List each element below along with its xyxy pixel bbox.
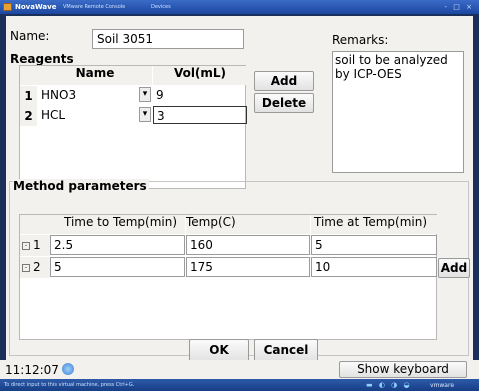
temp-input[interactable]: 160: [186, 235, 310, 255]
row-select-checkbox[interactable]: -: [22, 241, 30, 250]
clock: 11:12:07: [5, 363, 59, 377]
reagent-name-select[interactable]: HNO3: [38, 86, 138, 104]
method-row: -1 2.5 160 5: [20, 235, 437, 256]
chevron-down-icon[interactable]: ▾: [139, 87, 151, 102]
reagent-name-select[interactable]: HCL: [38, 106, 138, 124]
host-taskbar: To direct input to this virtual machine,…: [0, 379, 479, 391]
show-keyboard-button[interactable]: Show keyboard: [339, 361, 467, 378]
method-corner: [20, 215, 50, 234]
cancel-button[interactable]: Cancel: [254, 339, 318, 362]
window-controls[interactable]: - □ ×: [445, 3, 474, 11]
reagents-corner: [20, 66, 38, 85]
add-step-button[interactable]: Add: [438, 258, 470, 278]
time-to-temp-input[interactable]: 5: [50, 257, 185, 277]
chevron-down-icon[interactable]: ▾: [139, 107, 151, 122]
input-hint: To direct input to this virtual machine,…: [4, 382, 135, 388]
name-label: Name:: [10, 29, 50, 43]
status-bar: 11:12:07 Show keyboard: [0, 360, 479, 379]
window-subtitle: VMware Remote Console: [63, 4, 126, 10]
reagent-vol-input[interactable]: 9: [153, 86, 247, 104]
name-input[interactable]: Soil 3051: [92, 29, 244, 49]
method-table: Time to Temp(min) Temp(C) Time at Temp(m…: [19, 214, 438, 340]
reagent-row: 2 HCL ▾ 3: [20, 106, 247, 126]
method-parameters-title: Method parameters: [13, 179, 149, 193]
app-icon: [3, 3, 12, 11]
ok-button[interactable]: OK: [189, 339, 249, 362]
col-vol: Vol(mL): [153, 66, 247, 85]
app-panel: Name: Soil 3051 Remarks: soil to be anal…: [6, 16, 473, 362]
reagents-table: Name Vol(mL) 1 HNO3 ▾ 9 2 HCL ▾ 3: [19, 65, 247, 189]
delete-reagent-button[interactable]: Delete: [254, 93, 314, 113]
row-number: 2: [20, 106, 37, 126]
time-at-temp-input[interactable]: 10: [311, 257, 437, 277]
remarks-label: Remarks:: [332, 33, 389, 47]
reagent-row: 1 HNO3 ▾ 9: [20, 86, 245, 106]
row-number: -1: [20, 235, 50, 256]
window-title: NovaWave: [15, 3, 57, 11]
method-row: -2 5 175 10: [20, 257, 437, 278]
tray-icons[interactable]: ▬ ◐ ◑ ◒: [366, 381, 412, 389]
row-number-text: 1: [33, 238, 41, 252]
reagent-vol-input[interactable]: 3: [153, 106, 247, 124]
time-at-temp-input[interactable]: 5: [311, 235, 437, 255]
temp-input[interactable]: 175: [186, 257, 310, 277]
time-to-temp-input[interactable]: 2.5: [50, 235, 185, 255]
reagents-title: Reagents: [10, 52, 74, 66]
network-icon: [62, 363, 74, 375]
devices-menu[interactable]: Devices: [151, 4, 171, 10]
vmware-logo: vmware: [430, 382, 455, 389]
row-number: 1: [20, 86, 37, 106]
add-reagent-button[interactable]: Add: [254, 71, 314, 91]
row-select-checkbox[interactable]: -: [22, 263, 30, 272]
col-name: Name: [38, 66, 152, 85]
col-time-to-temp: Time to Temp(min): [50, 215, 185, 234]
row-number: -2: [20, 257, 50, 278]
row-number-text: 2: [33, 260, 41, 274]
remarks-textarea[interactable]: soil to be analyzed by ICP-OES: [332, 51, 464, 173]
col-temp: Temp(C): [186, 215, 310, 234]
window-titlebar: NovaWave VMware Remote Console Devices -…: [0, 0, 479, 14]
col-time-at-temp: Time at Temp(min): [311, 215, 438, 234]
